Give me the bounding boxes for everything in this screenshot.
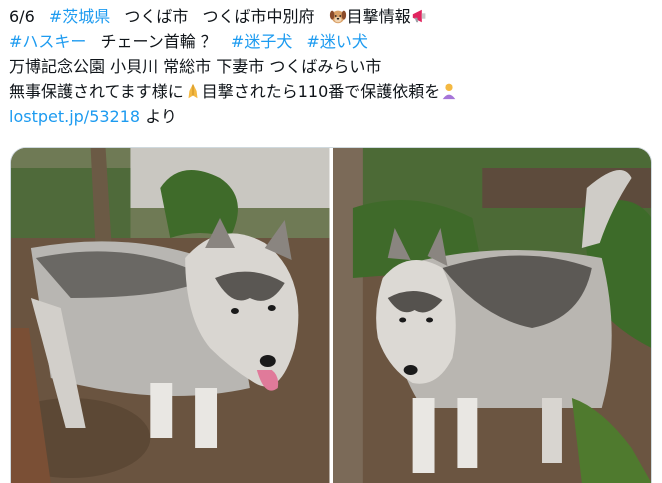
media-grid	[10, 147, 652, 483]
sighting-text: 目撃情報	[346, 7, 411, 26]
protected-text: 無事保護されてます様に	[9, 82, 184, 101]
folded-hands-icon	[188, 83, 198, 99]
post-line-3: 万博記念公園 小貝川 常総市 下妻市 つくばみらい市	[9, 54, 649, 79]
megaphone-icon	[412, 9, 425, 23]
post-line-1: 6/6 #茨城県 つくば市 つくば市中別府 目撃情報	[9, 4, 649, 29]
post-line-4: 無事保護されてます様に 目撃されたら110番で保護依頼を	[9, 79, 649, 104]
post-text: 6/6 #茨城県 つくば市 つくば市中別府 目撃情報 #ハスキー チェーン首輪 …	[9, 4, 649, 129]
post-line-5: lostpet.jp/53218 より	[9, 104, 649, 129]
post-line-2: #ハスキー チェーン首輪 ？ #迷子犬 #迷い犬	[9, 29, 649, 54]
person-bowing-icon	[442, 83, 456, 100]
hashtag-husky[interactable]: #ハスキー	[9, 32, 86, 51]
hashtag-stray-dog[interactable]: #迷い犬	[306, 32, 367, 51]
husky-photo-left[interactable]	[11, 148, 330, 483]
source-suffix: より	[145, 107, 177, 126]
hashtag-ibaraki[interactable]: #茨城県	[49, 7, 110, 26]
places-text: 万博記念公園 小貝川 常総市 下妻市 つくばみらい市	[9, 57, 382, 76]
area-text: つくば市中別府	[202, 7, 315, 26]
dog-face-icon	[329, 10, 346, 24]
request-text: 目撃されたら110番で保護依頼を	[201, 82, 441, 101]
tweet-post: 6/6 #茨城県 つくば市 つくば市中別府 目撃情報 #ハスキー チェーン首輪 …	[0, 0, 662, 483]
lostpet-link[interactable]: lostpet.jp/53218	[9, 107, 140, 126]
post-date: 6/6	[9, 7, 35, 26]
hashtag-lost-dog[interactable]: #迷子犬	[231, 32, 292, 51]
collar-text: チェーン首輪 ？	[100, 32, 217, 51]
city-text: つくば市	[124, 7, 189, 26]
husky-photo-right[interactable]	[332, 148, 651, 483]
